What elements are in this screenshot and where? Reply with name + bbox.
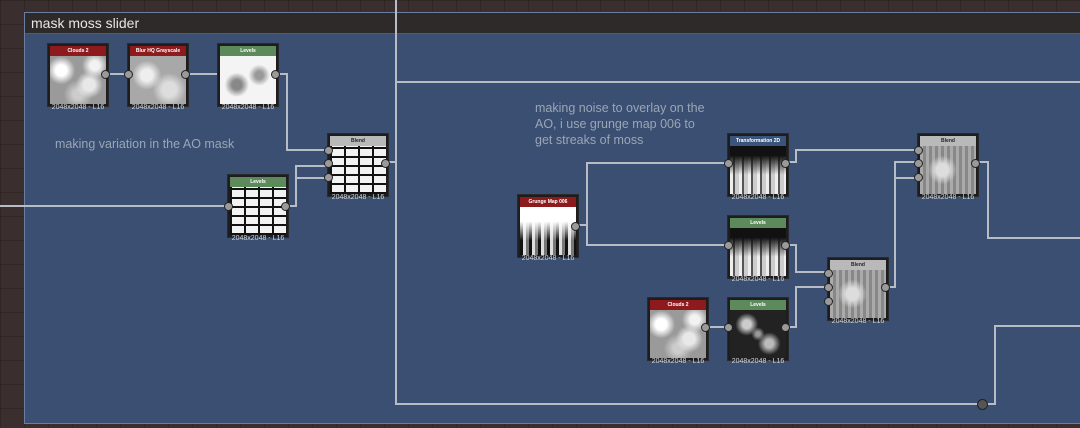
node-thumbnail [230, 187, 286, 235]
node-title: Levels [220, 46, 276, 56]
node-thumbnail [220, 56, 276, 104]
node-clouds2-b[interactable]: Clouds 2 2048x2048 - L16 [648, 298, 710, 365]
node-title: Blend [920, 136, 976, 146]
input-port[interactable] [724, 323, 733, 332]
node-levels-d[interactable]: Levels 2048x2048 - L16 [724, 298, 790, 365]
node-resolution: 2048x2048 - L16 [731, 358, 785, 365]
node-title: Grunge Map 006 [520, 197, 576, 207]
node-body[interactable]: Transformation 2D [728, 134, 788, 196]
input-port-foreground[interactable] [824, 269, 833, 278]
node-resolution: 2048x2048 - L16 [231, 235, 285, 242]
node-thumbnail [730, 310, 786, 358]
node-title: Blend [330, 136, 386, 146]
node-body[interactable]: Blend [828, 258, 888, 320]
node-thumbnail [330, 146, 386, 194]
output-port[interactable] [101, 70, 110, 79]
node-thumbnail [520, 207, 576, 255]
input-port-mask[interactable] [824, 297, 833, 306]
node-thumbnail [650, 310, 706, 358]
node-body[interactable]: Grunge Map 006 [518, 195, 578, 257]
node-title: Levels [730, 300, 786, 310]
frame-title: mask moss slider [31, 15, 140, 31]
input-port-foreground[interactable] [914, 146, 923, 155]
node-title: Levels [730, 218, 786, 228]
node-resolution: 2048x2048 - L16 [131, 104, 185, 111]
input-port-mask[interactable] [914, 173, 923, 182]
input-port-background[interactable] [914, 159, 923, 168]
node-thumbnail [730, 228, 786, 276]
node-thumbnail [130, 56, 186, 104]
output-port[interactable] [571, 222, 580, 231]
node-title: Blur HQ Grayscale [130, 46, 186, 56]
node-transformation-2d[interactable]: Transformation 2D 2048x2048 - L16 [724, 134, 790, 201]
output-port[interactable] [881, 283, 890, 292]
output-port[interactable] [701, 323, 710, 332]
input-port-mask[interactable] [324, 173, 333, 182]
input-port[interactable] [224, 202, 233, 211]
output-port[interactable] [181, 70, 190, 79]
node-resolution: 2048x2048 - L16 [731, 276, 785, 283]
input-port[interactable] [124, 70, 133, 79]
node-resolution: 2048x2048 - L16 [831, 318, 885, 325]
node-blend-a[interactable]: Blend 2048x2048 - L16 [324, 134, 390, 201]
node-blur-hq[interactable]: Blur HQ Grayscale 2048x2048 - L16 [124, 44, 190, 111]
node-body[interactable]: Blend [918, 134, 978, 196]
node-body[interactable]: Clouds 2 [648, 298, 708, 360]
node-levels-c[interactable]: Levels 2048x2048 - L16 [724, 216, 790, 283]
input-port-background[interactable] [324, 159, 333, 168]
node-title: Transformation 2D [730, 136, 786, 146]
comment-ao-variation: making variation in the AO mask [55, 137, 235, 151]
node-title: Blend [830, 260, 886, 270]
output-port[interactable] [971, 159, 980, 168]
node-resolution: 2048x2048 - L16 [51, 104, 105, 111]
node-grunge-map-006[interactable]: Grunge Map 006 2048x2048 - L16 [518, 195, 580, 262]
node-body[interactable]: Clouds 2 [48, 44, 108, 106]
node-thumbnail [920, 146, 976, 194]
node-blend-b[interactable]: Blend 2048x2048 - L16 [824, 258, 890, 325]
output-port[interactable] [781, 241, 790, 250]
node-title: Levels [230, 177, 286, 187]
output-port[interactable] [781, 159, 790, 168]
node-levels-b[interactable]: Levels 2048x2048 - L16 [224, 175, 290, 242]
input-port[interactable] [724, 241, 733, 250]
output-port[interactable] [281, 202, 290, 211]
node-blend-c[interactable]: Blend 2048x2048 - L16 [914, 134, 980, 201]
node-body[interactable]: Levels [218, 44, 278, 106]
node-resolution: 2048x2048 - L16 [521, 255, 575, 262]
input-port-foreground[interactable] [324, 146, 333, 155]
node-resolution: 2048x2048 - L16 [731, 194, 785, 201]
node-body[interactable]: Blur HQ Grayscale [128, 44, 188, 106]
reroute-dot[interactable] [977, 399, 988, 410]
node-resolution: 2048x2048 - L16 [221, 104, 275, 111]
node-resolution: 2048x2048 - L16 [651, 358, 705, 365]
node-title: Clouds 2 [650, 300, 706, 310]
output-port[interactable] [381, 159, 390, 168]
comment-noise-overlay: making noise to overlay on the AO, i use… [535, 101, 705, 147]
node-thumbnail [830, 270, 886, 318]
node-levels-a[interactable]: Levels 2048x2048 - L16 [218, 44, 280, 111]
input-port-background[interactable] [824, 283, 833, 292]
frame-header[interactable]: mask moss slider [25, 13, 1080, 34]
node-resolution: 2048x2048 - L16 [331, 194, 385, 201]
node-thumbnail [730, 146, 786, 194]
input-port[interactable] [724, 159, 733, 168]
node-title: Clouds 2 [50, 46, 106, 56]
node-body[interactable]: Levels [728, 298, 788, 360]
output-port[interactable] [271, 70, 280, 79]
node-body[interactable]: Levels [228, 175, 288, 237]
output-port[interactable] [781, 323, 790, 332]
node-thumbnail [50, 56, 106, 104]
node-clouds2-a[interactable]: Clouds 2 2048x2048 - L16 [48, 44, 110, 111]
node-body[interactable]: Blend [328, 134, 388, 196]
node-body[interactable]: Levels [728, 216, 788, 278]
node-resolution: 2048x2048 - L16 [921, 194, 975, 201]
